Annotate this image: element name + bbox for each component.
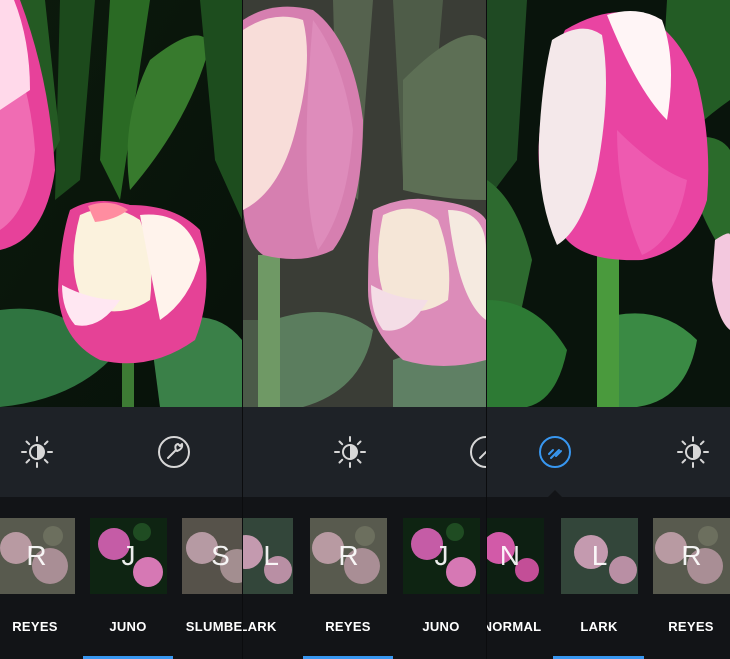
filter-thumb[interactable]: L — [561, 518, 638, 594]
tool-bar — [487, 407, 730, 497]
photo-preview — [487, 0, 730, 407]
filter-letter: R — [338, 540, 359, 571]
filter-letter: R — [681, 540, 702, 571]
wrench-icon[interactable] — [469, 435, 486, 469]
wrench-icon[interactable] — [157, 435, 191, 469]
screen-lark: N L R NORMAL LARK REYES — [486, 0, 730, 659]
filter-thumb[interactable]: N — [487, 518, 544, 594]
filter-letter: J — [434, 540, 449, 571]
filter-letter: L — [591, 540, 608, 571]
filter-strip: N L R NORMAL LARK REYES — [487, 497, 730, 659]
filter-thumb[interactable]: J — [90, 518, 167, 594]
tool-bar — [0, 407, 242, 497]
tulip-photo — [243, 0, 486, 407]
filter-strip: R J S REYES JUNO SLUMBER — [0, 497, 242, 659]
filter-thumb[interactable]: R — [653, 518, 730, 594]
filter-thumb[interactable]: R — [0, 518, 75, 594]
filter-thumb[interactable]: R — [310, 518, 387, 594]
filter-label[interactable]: JUNO — [386, 619, 486, 634]
screen-reyes: L R J LARK REYES JUNO — [242, 0, 486, 659]
filter-strip: L R J LARK REYES JUNO — [243, 497, 486, 659]
tulip-photo — [0, 0, 242, 407]
filter-letter: S — [211, 540, 230, 571]
filter-thumb[interactable]: L — [243, 518, 293, 594]
brightness-icon[interactable] — [333, 435, 367, 469]
comparison-screens: R J S REYES JUNO SLUMBER — [0, 0, 730, 659]
filter-thumb[interactable]: J — [403, 518, 480, 594]
tulip-photo — [487, 0, 730, 407]
filter-letter: L — [263, 540, 279, 571]
filter-letter: N — [499, 540, 520, 571]
brightness-icon[interactable] — [676, 435, 710, 469]
filter-letter: R — [26, 540, 47, 571]
brightness-icon[interactable] — [20, 435, 54, 469]
filter-label[interactable]: SLUMBER — [164, 619, 242, 634]
filter-thumb[interactable]: S — [182, 518, 242, 594]
photo-preview — [243, 0, 486, 407]
tool-bar — [243, 407, 486, 497]
screen-juno: R J S REYES JUNO SLUMBER — [0, 0, 242, 659]
filter-label[interactable]: REYES — [636, 619, 730, 634]
filter-letter: J — [121, 540, 136, 571]
filter-active-icon[interactable] — [538, 435, 572, 469]
photo-preview — [0, 0, 242, 407]
